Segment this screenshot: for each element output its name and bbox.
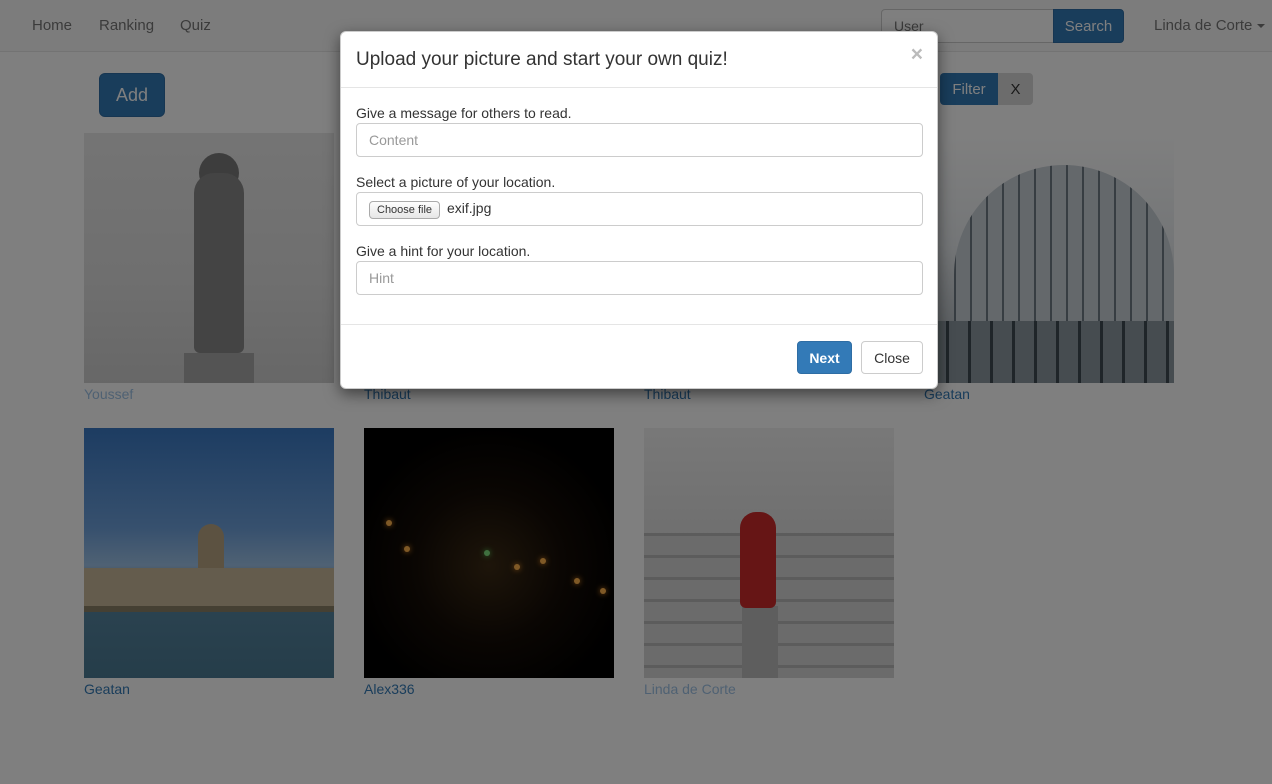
close-button[interactable]: Close xyxy=(861,341,923,374)
close-icon[interactable]: × xyxy=(911,44,923,65)
selected-file-name: exif.jpg xyxy=(447,200,492,216)
modal-header: Upload your picture and start your own q… xyxy=(341,32,937,88)
message-input[interactable] xyxy=(356,123,923,157)
picture-label: Select a picture of your location. xyxy=(356,174,556,190)
next-button[interactable]: Next xyxy=(797,341,852,374)
message-label: Give a message for others to read. xyxy=(356,105,572,121)
choose-file-button[interactable]: Choose file xyxy=(369,201,441,219)
hint-label: Give a hint for your location. xyxy=(356,243,531,259)
file-input[interactable]: Choose file exif.jpg xyxy=(356,192,923,226)
modal-title: Upload your picture and start your own q… xyxy=(356,49,728,70)
modal-footer: Next Close xyxy=(341,324,937,388)
upload-modal: Upload your picture and start your own q… xyxy=(340,31,938,389)
hint-input[interactable] xyxy=(356,261,923,295)
